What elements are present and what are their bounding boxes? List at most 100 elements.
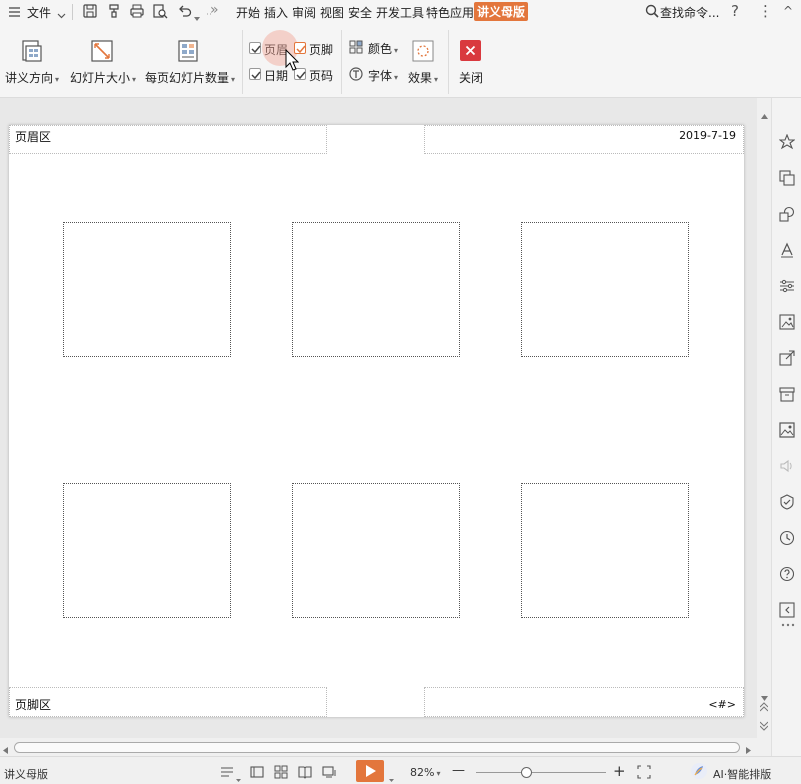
date-text: 2019-7-19 [679,129,736,142]
status-bar [0,756,801,784]
menu-bar: 文件 » 开始 插入 审阅 视图 安全 开发工具 特色应用 讲义母版 查找命令.… [0,0,801,24]
footer-region[interactable] [9,687,327,717]
tab-features[interactable]: 特色应用 [426,4,474,21]
color-icon[interactable] [349,40,363,57]
next-page-icon[interactable] [759,720,769,734]
ribbon-divider [341,30,342,94]
archive-icon[interactable] [779,386,795,402]
tab-handout-master[interactable]: 讲义母版 [474,2,529,21]
help-circle-icon[interactable] [779,566,795,582]
close-master-button[interactable]: 关闭 [459,69,483,86]
slide-sorter-icon[interactable] [274,765,288,779]
normal-view-icon[interactable] [250,765,264,779]
format-painter-icon[interactable] [106,3,122,19]
search-icon[interactable] [645,4,659,21]
vertical-scrollbar[interactable] [757,98,771,738]
scroll-left-icon[interactable] [3,743,8,757]
more-options-icon[interactable]: ⋮ [758,2,773,20]
slide-placeholder[interactable] [292,222,460,357]
zoom-out-button[interactable]: — [452,763,465,778]
effects-button[interactable]: 效果 ▾ [408,69,438,86]
save-icon[interactable] [82,3,98,19]
slides-per-page-icon[interactable] [176,39,200,66]
text-style-icon[interactable] [779,242,795,258]
footer-label[interactable]: 页脚 [309,41,333,58]
horizontal-scroll-thumb[interactable] [14,742,740,753]
notes-dropdown-icon[interactable] [236,771,241,784]
zoom-level[interactable]: 82% ▾ [410,766,440,779]
audio-icon [779,458,795,474]
ribbon: 讲义方向 ▾ 幻灯片大小 ▾ 每页幻灯片数量 ▾ 页眉 页脚 日期 页码 颜色 ▾ 字体… [0,24,801,98]
fit-window-icon[interactable] [637,765,651,779]
prev-page-icon[interactable] [759,701,769,715]
effects-icon[interactable] [412,40,434,65]
header-text: 页眉区 [15,130,52,144]
tab-insert[interactable]: 插入 [264,4,288,21]
chevron-down-icon[interactable] [57,8,66,22]
slide-size-icon[interactable] [90,39,114,66]
tab-home[interactable]: 开始 [236,4,260,21]
page-number-region[interactable] [424,687,744,717]
handout-page: 页眉区 2019-7-19 页脚区 <#> [9,125,744,717]
more-dots-icon[interactable] [781,616,797,632]
more-tabs-icon[interactable]: » [210,2,219,18]
file-menu[interactable]: 文件 [27,4,51,21]
undo-icon[interactable] [177,3,193,19]
font-icon[interactable] [349,67,363,84]
print-icon[interactable] [129,3,145,19]
copy-slides-icon[interactable] [779,170,795,186]
shapes-icon[interactable] [779,206,795,222]
picture-library-icon[interactable] [779,314,795,330]
slide-placeholder[interactable] [521,483,689,618]
tab-security[interactable]: 安全 [348,4,372,21]
undo-dropdown-icon[interactable] [194,10,200,24]
zoom-slider[interactable] [476,772,606,773]
slideshow-dropdown-icon[interactable] [389,771,394,784]
slides-per-page-button[interactable]: 每页幻灯片数量 ▾ [145,69,235,86]
adjust-icon[interactable] [779,278,795,294]
slide-placeholder[interactable] [63,222,231,357]
date-checkbox[interactable] [249,68,261,80]
history-icon[interactable] [779,530,795,546]
page-number-text: <#> [708,698,736,711]
notes-icon[interactable] [220,765,234,779]
header-checkbox[interactable] [249,42,261,54]
image-icon[interactable] [779,422,795,438]
scroll-right-icon[interactable] [746,743,751,757]
slide-placeholder[interactable] [292,483,460,618]
tab-developer[interactable]: 开发工具 [376,4,424,21]
footer-text: 页脚区 [15,698,52,712]
ai-logo-icon[interactable] [690,762,708,783]
reading-view-icon[interactable] [298,765,312,779]
font-button[interactable]: 字体 ▾ [368,67,398,84]
handout-orientation-icon[interactable] [20,39,44,66]
tab-review[interactable]: 审阅 [292,4,316,21]
print-preview-icon[interactable] [152,3,168,19]
ribbon-divider [448,30,449,94]
play-icon [366,765,376,777]
slide-placeholder[interactable] [521,222,689,357]
zoom-slider-handle[interactable] [521,767,532,778]
presenter-icon[interactable] [322,765,336,779]
color-button[interactable]: 颜色 ▾ [368,40,398,57]
slide-size-button[interactable]: 幻灯片大小 ▾ [70,69,136,86]
shield-icon[interactable] [779,494,795,510]
help-icon[interactable]: ? [731,2,739,20]
tab-view[interactable]: 视图 [320,4,344,21]
hamburger-icon[interactable] [8,5,21,19]
close-icon[interactable] [460,40,481,61]
collapse-ribbon-icon[interactable]: ^ [783,4,793,18]
ai-layout-button[interactable]: AI·智能排版 [713,766,771,782]
header-region[interactable] [9,125,327,154]
play-slideshow-button[interactable] [356,760,384,782]
page-number-label[interactable]: 页码 [309,67,333,84]
view-mode-label: 讲义母版 [4,768,48,781]
search-command[interactable]: 查找命令... [660,4,719,21]
slide-placeholder[interactable] [63,483,231,618]
zoom-in-button[interactable]: + [613,762,626,780]
star-icon[interactable] [778,133,796,150]
scroll-up-icon[interactable] [761,108,768,122]
handout-orientation-button[interactable]: 讲义方向 ▾ [5,69,59,86]
share-icon[interactable] [779,350,795,366]
mouse-cursor-icon [285,48,300,74]
